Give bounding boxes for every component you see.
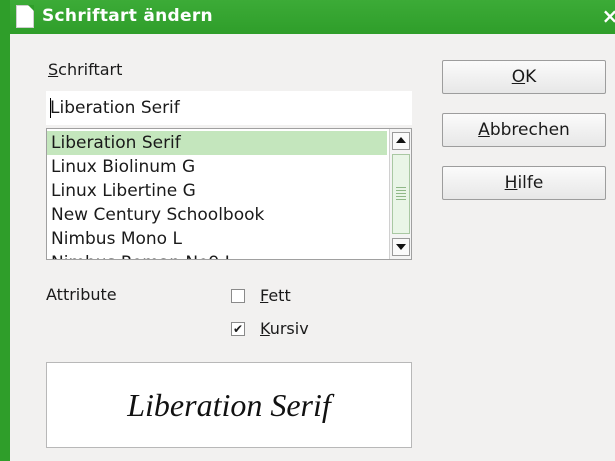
help-rest: ilfe: [517, 173, 544, 193]
list-scrollbar[interactable]: [389, 129, 411, 259]
italic-checkbox[interactable]: ✔: [231, 322, 245, 336]
cancel-button[interactable]: Abbrechen: [442, 113, 606, 147]
font-listbox[interactable]: Liberation Serif Linux Biolinum G Linux Li…: [46, 128, 412, 260]
ok-accel: O: [511, 67, 526, 87]
font-label-rest: chriftart: [58, 60, 123, 79]
bold-label[interactable]: Fett: [260, 286, 291, 305]
font-list-item[interactable]: Nimbus Roman No9 L: [47, 251, 387, 259]
grip-icon: [396, 187, 406, 201]
font-name-input[interactable]: [46, 91, 412, 125]
italic-label[interactable]: Kursiv: [260, 319, 309, 338]
font-label-accel: S: [48, 60, 59, 79]
font-list-item[interactable]: Nimbus Mono L: [47, 227, 387, 251]
font-list-item[interactable]: New Century Schoolbook: [47, 203, 387, 227]
attributes-label: Attribute: [46, 285, 117, 304]
close-button[interactable]: ×: [595, 0, 615, 34]
cancel-accel: A: [478, 120, 490, 140]
font-preview: Liberation Serif: [46, 362, 412, 448]
window-title: Schriftart ändern: [42, 6, 213, 26]
bold-rest: ett: [268, 286, 291, 305]
cancel-rest: bbrechen: [489, 120, 570, 140]
title-bar[interactable]: Schriftart ändern ×: [10, 0, 615, 34]
ok-button[interactable]: OK: [442, 60, 606, 94]
italic-accel: K: [260, 319, 270, 338]
font-list-item[interactable]: Linux Libertine G: [47, 179, 387, 203]
scroll-thumb[interactable]: [392, 154, 410, 234]
help-button[interactable]: Hilfe: [442, 166, 606, 200]
ok-rest: K: [525, 67, 537, 87]
font-list-item[interactable]: Linux Biolinum G: [47, 155, 387, 179]
help-accel: H: [504, 173, 518, 193]
bold-checkbox[interactable]: [231, 289, 245, 303]
font-list-item[interactable]: Liberation Serif: [47, 131, 387, 155]
italic-rest: ursiv: [269, 319, 309, 338]
scroll-down-arrow-icon[interactable]: [392, 238, 410, 256]
font-dialog-window: Schriftart ändern × Schriftart Liberatio…: [0, 0, 615, 461]
scroll-up-arrow-icon[interactable]: [392, 132, 410, 150]
document-icon: [16, 5, 34, 28]
font-list-items: Liberation Serif Linux Biolinum G Linux Li…: [47, 131, 387, 259]
font-label: Schriftart: [48, 60, 122, 79]
text-caret: [50, 98, 51, 118]
